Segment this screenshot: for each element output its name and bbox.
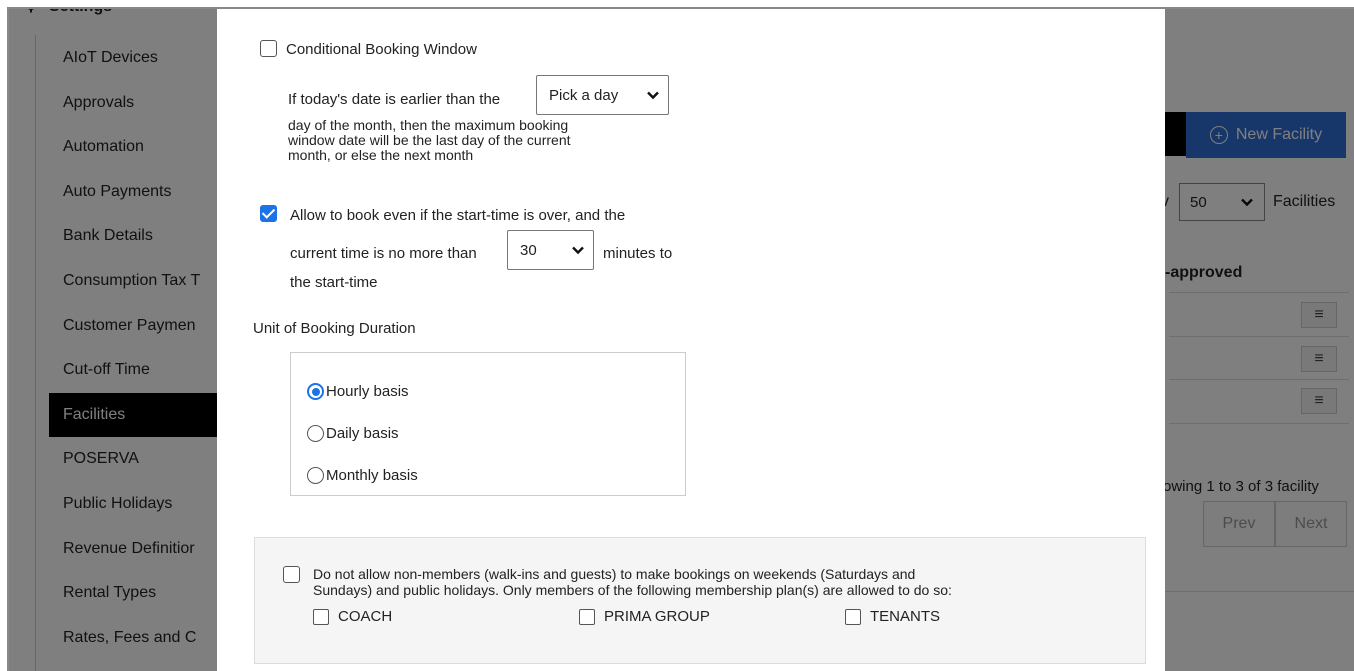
late-minutes-select[interactable]: 30 — [507, 230, 594, 270]
restriction-line: Sundays) and public holidays. Only membe… — [313, 582, 952, 598]
duration-option-monthly[interactable]: Monthly basis — [307, 467, 418, 484]
conditional-window-description: day of the month, then the maximum booki… — [288, 118, 571, 163]
plan-label: TENANTS — [870, 608, 941, 625]
day-of-month-value: Pick a day — [549, 86, 619, 104]
plan-checkbox[interactable] — [313, 608, 329, 625]
restrict-non-members-text: Do not allow non-members (walk-ins and g… — [313, 566, 952, 598]
conditional-window-text: If today's date is earlier than the — [288, 91, 501, 108]
allow-late-booking-checkbox[interactable] — [260, 205, 277, 222]
restriction-line: Do not allow non-members (walk-ins and g… — [313, 566, 916, 582]
duration-option-hourly[interactable]: Hourly basis — [307, 383, 409, 400]
duration-option-label: Daily basis — [326, 425, 399, 442]
late-booking-text: minutes to — [603, 245, 673, 262]
radio-hourly[interactable] — [307, 383, 324, 400]
conditional-window-label: Conditional Booking Window — [286, 41, 477, 58]
description-line: day of the month, then the maximum booki… — [288, 117, 569, 133]
duration-option-label: Monthly basis — [326, 467, 418, 484]
conditional-window-checkbox[interactable] — [260, 40, 277, 57]
non-member-restriction-panel: Do not allow non-members (walk-ins and g… — [254, 537, 1146, 664]
day-of-month-select[interactable]: Pick a day — [536, 75, 669, 115]
plan-label: COACH — [338, 608, 393, 625]
description-line: month, or else the next month — [288, 147, 474, 163]
duration-option-label: Hourly basis — [326, 383, 409, 400]
chevron-down-icon — [647, 91, 659, 100]
plan-label: PRIMA GROUP — [604, 608, 710, 625]
restrict-non-members-checkbox[interactable] — [283, 566, 300, 583]
duration-option-daily[interactable]: Daily basis — [307, 425, 399, 442]
booking-duration-options: Hourly basis Daily basis Monthly basis — [290, 352, 686, 496]
late-minutes-value: 30 — [520, 241, 537, 259]
plan-checkbox[interactable] — [579, 608, 595, 625]
late-booking-text: current time is no more than — [290, 245, 477, 262]
plan-option-coach[interactable]: COACH — [313, 608, 392, 625]
chevron-down-icon — [572, 246, 584, 255]
booking-duration-heading: Unit of Booking Duration — [253, 320, 416, 337]
facility-settings-modal: Conditional Booking Window If today's da… — [217, 9, 1165, 671]
plan-checkbox[interactable] — [845, 608, 861, 625]
plan-option-prima-group[interactable]: PRIMA GROUP — [579, 608, 710, 625]
allow-late-booking-text: Allow to book even if the start-time is … — [290, 207, 626, 224]
plan-option-tenants[interactable]: TENANTS — [845, 608, 940, 625]
description-line: window date will be the last day of the … — [288, 132, 571, 148]
app-frame: Settings AIoT Devices Approvals Automati… — [7, 7, 1354, 671]
late-booking-text: the start-time — [290, 274, 378, 291]
radio-monthly[interactable] — [307, 467, 324, 484]
radio-daily[interactable] — [307, 425, 324, 442]
